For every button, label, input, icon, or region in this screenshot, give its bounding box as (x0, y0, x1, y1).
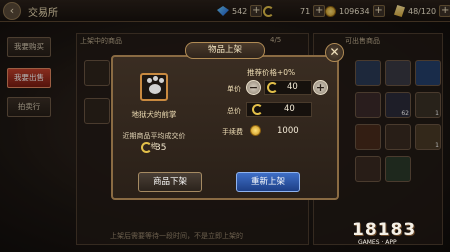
c-coin-icon (267, 82, 278, 93)
fee-value: 1000 (277, 126, 299, 136)
paw-toe (147, 78, 152, 83)
unlist-button[interactable]: 商品下架 (138, 172, 202, 192)
increase-price-button[interactable]: + (313, 80, 328, 95)
decrease-price-button[interactable]: − (246, 80, 261, 95)
avg-price-value: 35 (155, 142, 167, 153)
unit-price-value: 40 (287, 82, 298, 92)
recommend-price: 推荐价格+0% (247, 68, 296, 77)
unit-price-label: 单价 (227, 85, 241, 93)
total-price-label: 总价 (227, 107, 241, 115)
c-coin-icon (252, 104, 263, 115)
paw-toe (153, 76, 158, 81)
fee-label: 手续费 (222, 128, 243, 136)
relist-button[interactable]: 重新上架 (236, 172, 300, 192)
watermark-subtext: GAMES · APP (358, 239, 397, 246)
item-name: 地狱犬的前掌 (131, 110, 177, 119)
c-coin-icon (141, 142, 152, 153)
item-icon (140, 73, 168, 101)
dialog-title: 物品上架 (185, 42, 265, 59)
paw-toe (159, 78, 164, 83)
unit-price-field[interactable]: 40 (264, 80, 312, 95)
avg-price: 35 (141, 142, 166, 153)
close-icon[interactable]: ✕ (325, 43, 344, 62)
total-price-field: 40 (246, 102, 312, 117)
site-watermark: 18183 GAMES · APP (352, 218, 444, 248)
watermark-text: 18183 (352, 220, 417, 240)
paw-icon (149, 84, 161, 94)
total-price-value: 40 (284, 104, 295, 114)
gold-coin-icon (250, 125, 261, 136)
